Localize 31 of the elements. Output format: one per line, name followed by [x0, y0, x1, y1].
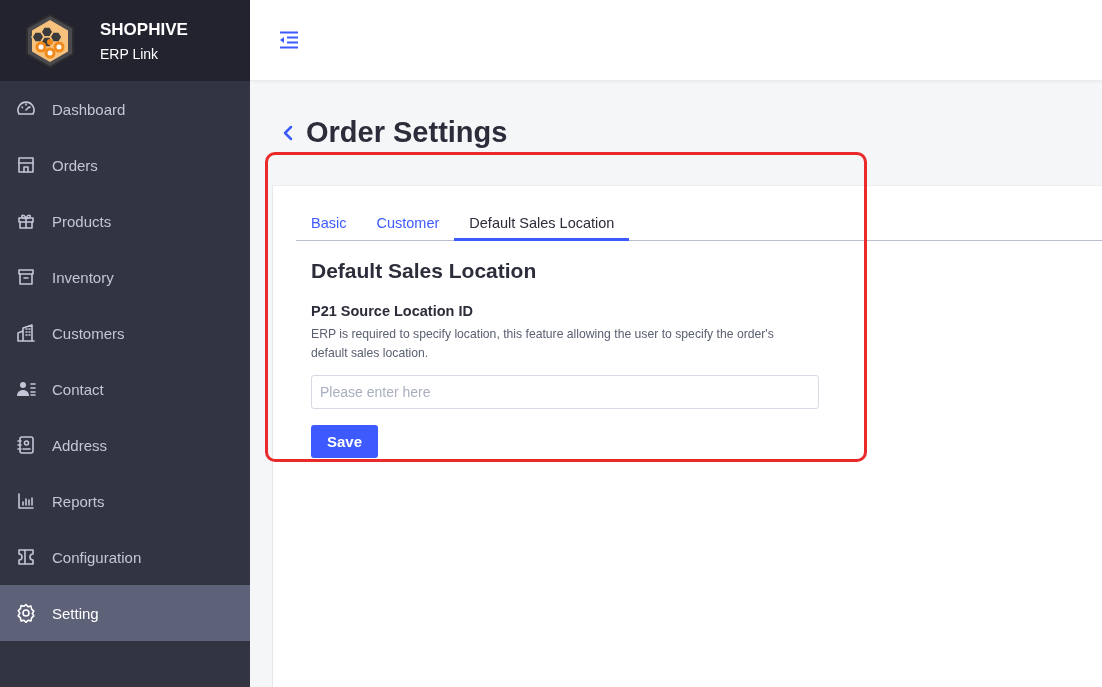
sidebar-item[interactable]: Customers: [0, 305, 250, 361]
field-description: ERP is required to specify location, this feature allowing the user to specify the order's default sales location.: [311, 326, 775, 362]
brand-subtitle: ERP Link: [100, 45, 160, 62]
sidebar-item[interactable]: Dashboard: [0, 81, 250, 137]
sidebar-item[interactable]: Address: [0, 417, 250, 473]
storefront-icon: [16, 155, 36, 175]
back-chevron-icon[interactable]: [282, 124, 294, 141]
address-book-icon: [16, 435, 36, 455]
field-label: P21 Source Location ID: [311, 303, 474, 319]
bar-chart-icon: [16, 491, 36, 511]
tab[interactable]: Basic: [296, 211, 362, 241]
sidebar-item[interactable]: Inventory: [0, 249, 250, 305]
sidebar-item[interactable]: Products: [0, 193, 250, 249]
sidebar-item[interactable]: Orders: [0, 137, 250, 193]
sidebar-item[interactable]: Configuration: [0, 529, 250, 585]
sidebar-item[interactable]: Setting: [0, 585, 250, 641]
tab[interactable]: Default Sales Location: [454, 211, 630, 241]
gear-icon: [16, 603, 36, 623]
buildings-icon: [16, 323, 36, 343]
sidebar-item[interactable]: Contact: [0, 361, 250, 417]
brand-name: SHOPHIVE: [100, 19, 188, 40]
sidebar-item[interactable]: Reports: [0, 473, 250, 529]
person-list-icon: [16, 379, 36, 399]
input-field[interactable]: Please enter here: [311, 375, 819, 409]
archive-box-icon: [16, 267, 36, 287]
ticket-icon: [16, 547, 36, 567]
section-heading: Default Sales Location: [311, 259, 538, 283]
page-title: Order Settings: [306, 116, 508, 149]
menu-icon[interactable]: [279, 31, 299, 49]
tab[interactable]: Customer: [361, 211, 455, 241]
save-button[interactable]: Save: [311, 425, 379, 458]
